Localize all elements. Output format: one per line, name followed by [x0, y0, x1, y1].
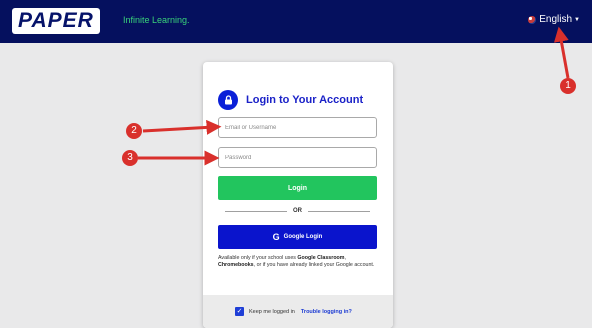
divider-line-right [308, 210, 370, 212]
note-text: , [344, 255, 346, 261]
login-title: Login to Your Account [246, 94, 364, 106]
language-selector[interactable]: English ▼ [528, 14, 580, 25]
divider-line-left [225, 210, 287, 212]
caret-down-icon: ▼ [574, 16, 580, 23]
trouble-logging-in-link[interactable]: Trouble logging in? [301, 309, 352, 315]
card-header: Login to Your Account [218, 90, 363, 110]
lock-icon [218, 90, 238, 110]
google-login-note: Available only if your school uses Googl… [218, 255, 380, 269]
or-label: OR [293, 208, 302, 214]
tagline: Infinite Learning. [123, 15, 190, 25]
google-icon: G [272, 232, 280, 242]
note-chromebooks: Chromebooks [218, 262, 254, 269]
annotation-badge-3: 3 [122, 150, 138, 166]
note-text: , or if you have already linked your Goo… [253, 262, 375, 269]
note-google-classroom: Google Classroom [297, 255, 345, 261]
google-login-label: Google Login [283, 234, 323, 240]
google-login-button[interactable]: G Google Login [218, 225, 377, 249]
flag-icon [528, 15, 537, 24]
top-nav-bar: PAPER Infinite Learning. English ▼ [0, 0, 592, 43]
or-divider: OR [225, 208, 370, 214]
email-input[interactable] [218, 117, 377, 138]
login-card: Login to Your Account Login OR G Google … [203, 62, 393, 328]
card-footer: ✓ Keep me logged in Trouble logging in? [203, 295, 393, 328]
language-label: English [539, 14, 573, 25]
password-input[interactable] [218, 147, 377, 168]
login-button[interactable]: Login [218, 176, 377, 200]
keep-logged-in-checkbox[interactable]: ✓ [235, 307, 244, 316]
keep-logged-in-label[interactable]: Keep me logged in [249, 309, 295, 315]
annotation-badge-2: 2 [126, 123, 142, 139]
paper-logo[interactable]: PAPER [12, 8, 100, 34]
annotation-badge-1: 1 [560, 78, 576, 94]
note-text: Available only if your school uses [218, 255, 298, 261]
